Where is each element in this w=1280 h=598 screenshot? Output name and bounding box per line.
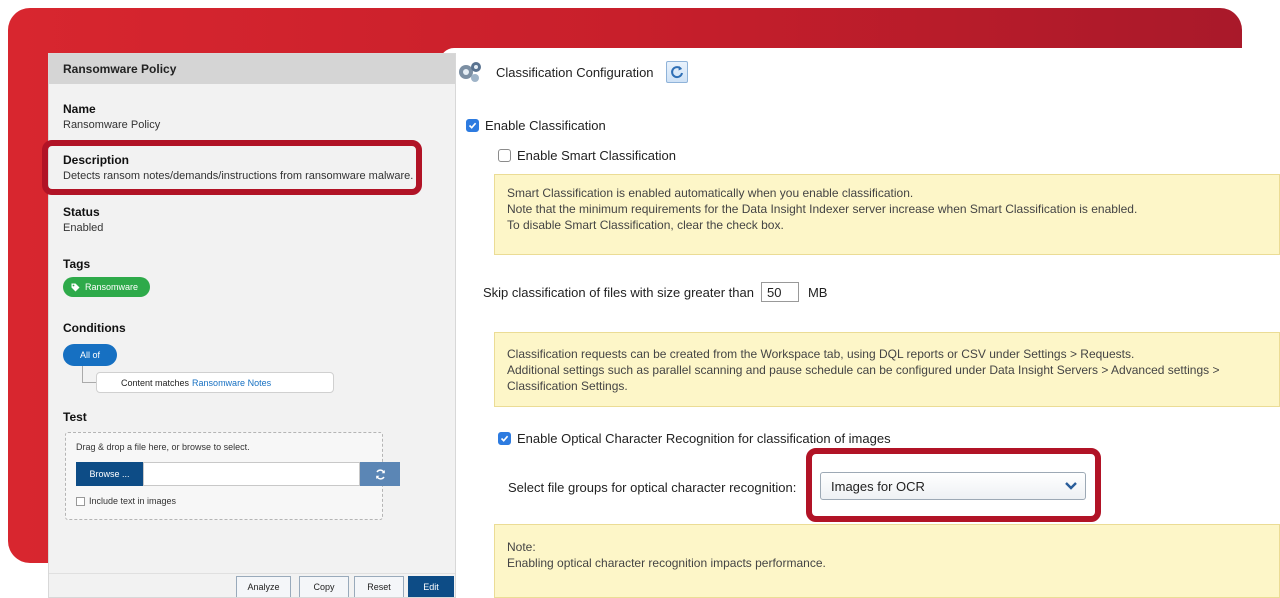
refresh-button[interactable] bbox=[665, 61, 688, 83]
status-label: Status bbox=[63, 205, 100, 219]
requests-note: Classification requests can be created f… bbox=[494, 332, 1280, 407]
copy-button[interactable]: Copy bbox=[299, 576, 349, 597]
browse-button[interactable]: Browse ... bbox=[76, 462, 143, 486]
file-drop-zone[interactable]: Drag & drop a file here, or browse to se… bbox=[65, 432, 400, 520]
file-path-input[interactable] bbox=[143, 462, 360, 486]
analyze-button[interactable]: Analyze bbox=[236, 576, 291, 597]
performance-note: Note: Enabling optical character recogni… bbox=[494, 524, 1280, 598]
select-highlight-outline bbox=[806, 448, 1101, 522]
note-line: Smart Classification is enabled automati… bbox=[507, 186, 914, 200]
skip-size-row: Skip classification of files with size g… bbox=[483, 282, 827, 302]
tag-icon bbox=[71, 283, 80, 291]
size-unit: MB bbox=[807, 284, 828, 300]
status-value: Enabled bbox=[63, 222, 104, 234]
note-line: To disable Smart Classification, clear t… bbox=[507, 218, 784, 232]
drop-hint: Drag & drop a file here, or browse to se… bbox=[76, 442, 250, 452]
tags-label: Tags bbox=[63, 257, 91, 271]
sync-icon bbox=[375, 468, 385, 480]
test-label: Test bbox=[63, 410, 87, 424]
condition-prefix: Content matches bbox=[121, 377, 190, 388]
conditions-label: Conditions bbox=[63, 321, 126, 335]
include-text-row[interactable]: Include text in images bbox=[76, 496, 176, 506]
description-highlight-outline bbox=[42, 140, 422, 195]
sync-button[interactable] bbox=[360, 462, 400, 486]
check-icon bbox=[500, 435, 509, 442]
enable-classification-checkbox[interactable] bbox=[466, 119, 479, 132]
refresh-icon bbox=[670, 66, 683, 79]
check-icon bbox=[468, 122, 477, 129]
size-limit-input[interactable]: 50 bbox=[760, 282, 799, 302]
condition-link[interactable]: Ransomware Notes bbox=[192, 378, 271, 388]
note-line: Classification Settings. bbox=[507, 379, 628, 393]
enable-classification-row[interactable]: Enable Classification bbox=[466, 118, 606, 133]
config-header: Classification Configuration bbox=[456, 58, 688, 86]
all-of-badge[interactable]: All of bbox=[63, 344, 117, 366]
tags-section: Tags Ransomware bbox=[63, 257, 151, 297]
condition-item: Content matches Ransomware Notes bbox=[96, 372, 334, 393]
edit-button[interactable]: Edit bbox=[408, 576, 454, 597]
enable-smart-label: Enable Smart Classification bbox=[517, 148, 676, 163]
config-title: Classification Configuration bbox=[496, 64, 654, 80]
conditions-section: Conditions bbox=[63, 321, 126, 338]
note-line: Classification requests can be created f… bbox=[507, 347, 1135, 361]
note-line: Note that the minimum requirements for t… bbox=[507, 202, 1138, 216]
enable-smart-checkbox[interactable] bbox=[498, 149, 511, 162]
action-button-bar: Analyze Copy Reset Edit bbox=[49, 573, 455, 597]
test-section: Test bbox=[63, 410, 87, 427]
status-section: Status Enabled bbox=[63, 205, 103, 234]
tag-ransomware[interactable]: Ransomware bbox=[63, 277, 151, 297]
smart-classification-note: Smart Classification is enabled automati… bbox=[494, 174, 1280, 255]
note-line: Note: bbox=[507, 540, 536, 554]
policy-details-panel: Ransomware Policy Name Ransomware Policy… bbox=[48, 53, 456, 598]
enable-ocr-label: Enable Optical Character Recognition for… bbox=[517, 431, 891, 446]
name-value: Ransomware Policy bbox=[63, 119, 161, 131]
tag-label: Ransomware bbox=[85, 282, 139, 292]
policy-header: Ransomware Policy bbox=[49, 54, 455, 84]
enable-ocr-row[interactable]: Enable Optical Character Recognition for… bbox=[498, 431, 891, 446]
enable-classification-label: Enable Classification bbox=[485, 118, 606, 133]
classification-config-panel: Classification Configuration Enable Clas… bbox=[440, 48, 1280, 598]
skip-size-label: Skip classification of files with size g… bbox=[483, 284, 754, 300]
gears-icon bbox=[459, 62, 481, 82]
enable-ocr-checkbox[interactable] bbox=[498, 432, 511, 445]
reset-button[interactable]: Reset bbox=[354, 576, 404, 597]
include-text-checkbox[interactable] bbox=[76, 496, 85, 506]
ocr-select-label: Select file groups for optical character… bbox=[508, 480, 797, 495]
enable-smart-row[interactable]: Enable Smart Classification bbox=[498, 148, 676, 163]
name-section: Name Ransomware Policy bbox=[63, 102, 160, 131]
note-line: Enabling optical character recognition i… bbox=[507, 556, 826, 570]
note-line: Additional settings such as parallel sca… bbox=[507, 363, 1220, 377]
name-label: Name bbox=[63, 102, 96, 116]
tree-connector bbox=[82, 366, 83, 382]
tree-connector bbox=[82, 382, 96, 383]
include-text-label: Include text in images bbox=[89, 496, 177, 506]
